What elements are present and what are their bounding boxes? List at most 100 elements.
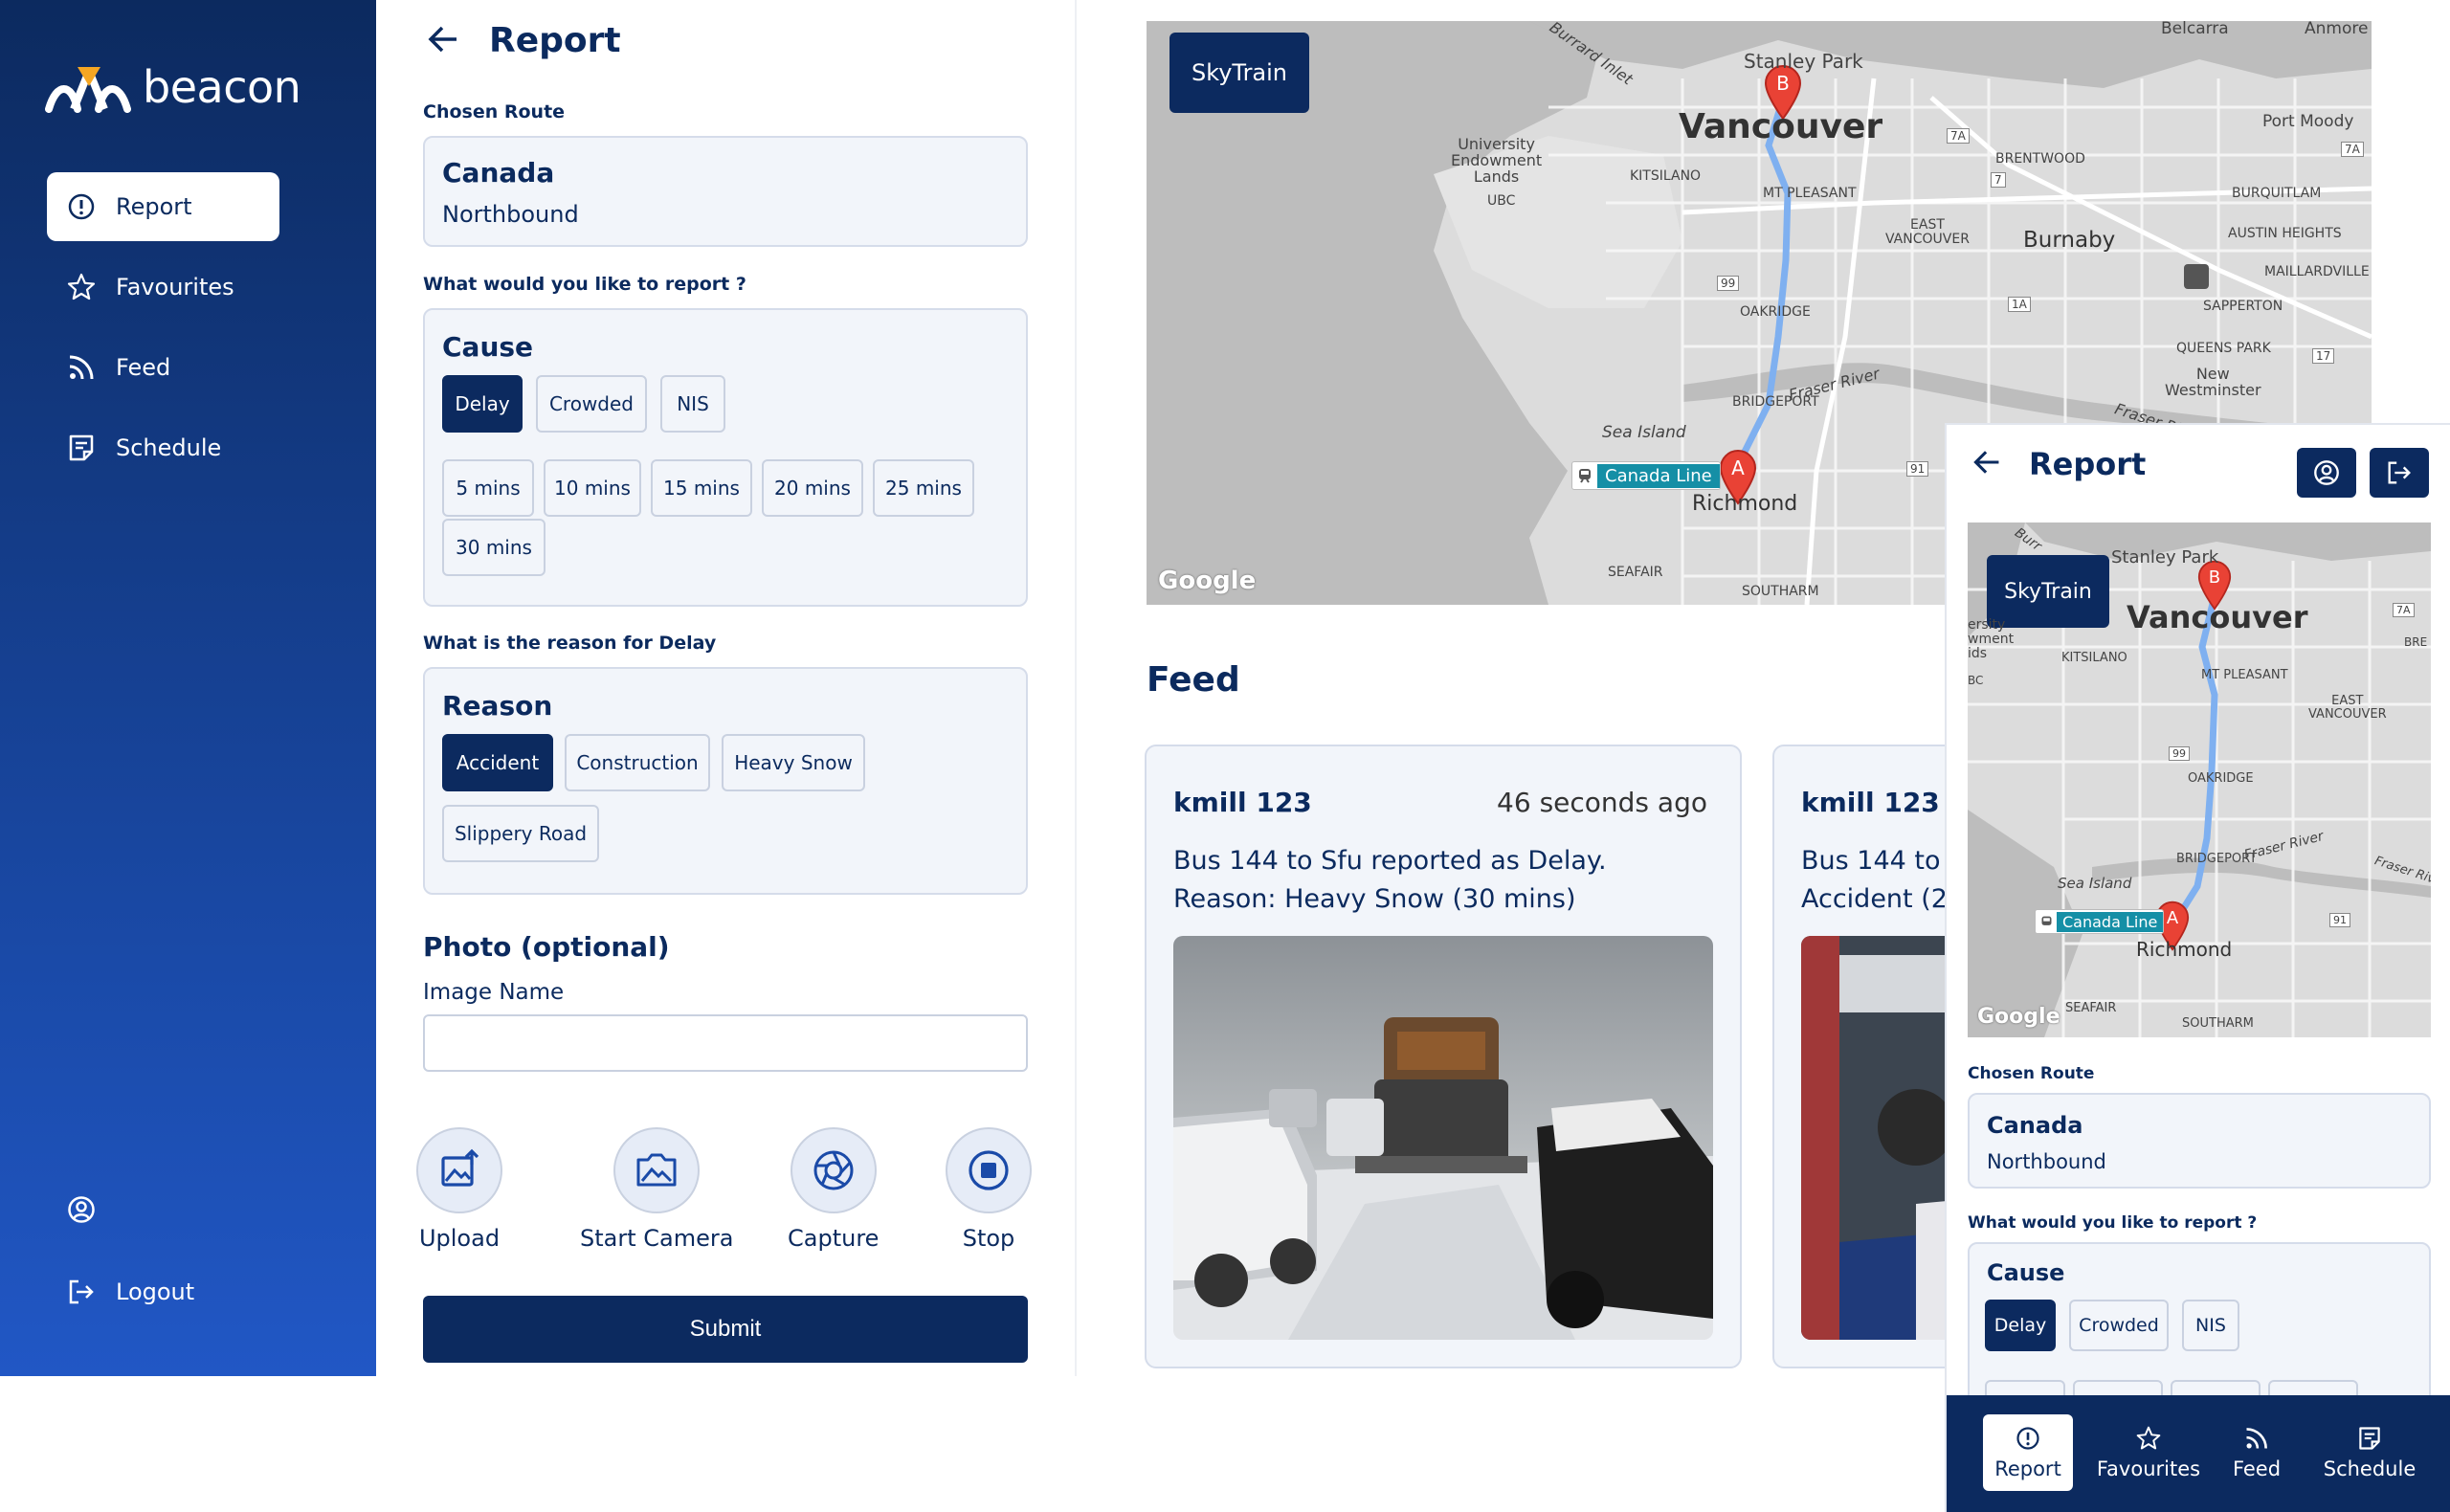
cause-chip-nis[interactable]: NIS <box>660 375 725 433</box>
back-arrow-icon[interactable] <box>1971 447 2002 481</box>
mobile-route-map[interactable]: B A SkyTrain Canada Line Stanley Park Va… <box>1968 523 2431 1037</box>
skytrain-toggle[interactable]: SkyTrain <box>1169 33 1309 113</box>
map-place: BC <box>1968 674 1984 687</box>
skytrain-toggle[interactable]: SkyTrain <box>1987 555 2109 628</box>
schedule-icon <box>47 433 116 463</box>
panel-divider <box>1075 0 1077 1376</box>
train-icon <box>1572 467 1597 484</box>
cause-chip-nis[interactable]: NIS <box>2182 1300 2239 1351</box>
highway-shield: 91 <box>1906 461 1929 477</box>
bottom-nav-favourites[interactable]: Favourites <box>2090 1414 2207 1491</box>
snowy-road-image <box>1173 936 1713 1340</box>
bottom-nav-feed[interactable]: Feed <box>2220 1414 2293 1491</box>
map-place: BRE <box>2404 635 2428 649</box>
chosen-route-label: Chosen Route <box>423 101 566 122</box>
report-form: Report Chosen Route Canada Northbound Wh… <box>376 0 1075 1376</box>
sidebar-item-logout[interactable]: Logout <box>47 1257 279 1326</box>
map-place: OAKRIDGE <box>1740 304 1811 320</box>
mobile-header: Report <box>1971 446 2146 482</box>
highway-shield: 99 <box>2169 746 2190 761</box>
map-place: MT PLEASANT <box>1763 186 1857 201</box>
map-place: OAKRIDGE <box>2188 771 2254 786</box>
map-place: Burnaby <box>2023 228 2116 253</box>
start-camera-button[interactable]: Start Camera <box>580 1127 733 1252</box>
sidebar-item-label: Report <box>116 193 192 220</box>
map-place: Richmond <box>1692 492 1798 516</box>
user-circle-icon <box>2314 460 2339 485</box>
bottom-nav-report[interactable]: Report <box>1983 1414 2073 1491</box>
feed-photo[interactable] <box>1173 936 1713 1340</box>
map-place: KITSILANO <box>2061 651 2127 665</box>
sidebar-item-report[interactable]: Report <box>47 172 279 241</box>
duration-chip[interactable]: 15 mins <box>651 459 752 517</box>
cause-chip-delay[interactable]: Delay <box>442 375 523 433</box>
map-place: EAST VANCOUVER <box>2308 694 2387 722</box>
mobile-page-title: Report <box>2029 446 2147 482</box>
marker-label: B <box>1776 72 1790 95</box>
profile-button[interactable] <box>2297 448 2356 498</box>
brand-name: beacon <box>143 61 301 113</box>
cause-chip-delay[interactable]: Delay <box>1985 1300 2056 1351</box>
map-place: ersity wment ids <box>1968 617 2015 661</box>
feed-card[interactable]: kmill 123 46 seconds ago Bus 144 to Sfu … <box>1145 745 1742 1368</box>
sidebar-item-favourites[interactable]: Favourites <box>47 253 279 322</box>
sidebar-item-feed[interactable]: Feed <box>47 333 279 402</box>
map-place: Vancouver <box>2127 599 2308 635</box>
upload-image-icon <box>416 1127 502 1213</box>
duration-chip[interactable]: 5 mins <box>442 459 534 517</box>
canada-line-badge[interactable]: Canada Line <box>2035 909 2165 934</box>
bottom-nav-label: Report <box>1994 1457 2061 1480</box>
line-label: Canada Line <box>2057 911 2164 932</box>
map-place: SEAFAIR <box>2065 1001 2117 1015</box>
rss-icon <box>47 352 116 383</box>
line-label: Canada Line <box>1597 463 1720 488</box>
reason-chip-construction[interactable]: Construction <box>565 734 710 791</box>
chosen-route-card[interactable]: Canada Northbound <box>1968 1093 2431 1189</box>
sidebar-item-schedule[interactable]: Schedule <box>47 413 279 482</box>
route-direction: Northbound <box>1987 1150 2106 1173</box>
highway-shield: 7A <box>1947 128 1970 144</box>
map-place: Port Moody <box>2262 112 2354 131</box>
alert-circle-icon <box>2016 1427 2039 1450</box>
upload-button[interactable]: Upload <box>416 1127 502 1252</box>
capture-button[interactable]: Capture <box>788 1127 879 1252</box>
cause-chip-crowded[interactable]: Crowded <box>536 375 647 433</box>
logout-button[interactable] <box>2370 448 2429 498</box>
map-place: Belcarra <box>2161 21 2229 38</box>
sidebar-item-label: Favourites <box>116 274 234 300</box>
bottom-nav-schedule[interactable]: Schedule <box>2314 1414 2425 1491</box>
photo-title: Photo (optional) <box>423 931 670 963</box>
feed-title: Feed <box>1147 660 1240 700</box>
back-arrow-icon[interactable] <box>426 22 460 60</box>
canada-line-badge[interactable]: Canada Line <box>1571 461 1721 490</box>
highway-shield: 7A <box>2393 603 2415 617</box>
chosen-route-label: Chosen Route <box>1968 1064 2095 1083</box>
action-label: Upload <box>418 1225 501 1252</box>
map-place: Sea Island <box>1602 423 1686 442</box>
image-name-input[interactable] <box>423 1014 1028 1072</box>
duration-chip[interactable]: 10 mins <box>544 459 641 517</box>
brand-logo[interactable]: beacon <box>45 61 301 113</box>
map-place: MAILLARDVILLE <box>2264 264 2370 279</box>
marker-label: A <box>1731 456 1745 479</box>
map-place: Vancouver <box>1679 107 1883 146</box>
feed-user: kmill 123 <box>1173 787 1312 818</box>
duration-chip[interactable]: 20 mins <box>762 459 863 517</box>
marker-label: A <box>2167 908 2179 928</box>
submit-button[interactable]: Submit <box>423 1296 1028 1363</box>
marker-label: B <box>2209 567 2220 588</box>
sidebar-profile[interactable] <box>47 1175 279 1244</box>
reason-chip-accident[interactable]: Accident <box>442 734 553 791</box>
chosen-route-card[interactable]: Canada Northbound <box>423 136 1028 247</box>
reason-chip-slippery-road[interactable]: Slippery Road <box>442 805 599 862</box>
reason-chip-heavy-snow[interactable]: Heavy Snow <box>722 734 865 791</box>
cause-chip-crowded[interactable]: Crowded <box>2069 1300 2169 1351</box>
map-place: UBC <box>1487 193 1516 209</box>
beacon-logo-icon <box>45 67 131 113</box>
duration-chip[interactable]: 30 mins <box>442 519 546 576</box>
duration-chip[interactable]: 25 mins <box>873 459 974 517</box>
mobile-bottom-nav: Report Favourites Feed Schedule <box>1947 1395 2450 1512</box>
star-icon <box>2136 1426 2161 1450</box>
map-place: SOUTHARM <box>1742 584 1819 599</box>
stop-button[interactable]: Stop <box>946 1127 1032 1252</box>
